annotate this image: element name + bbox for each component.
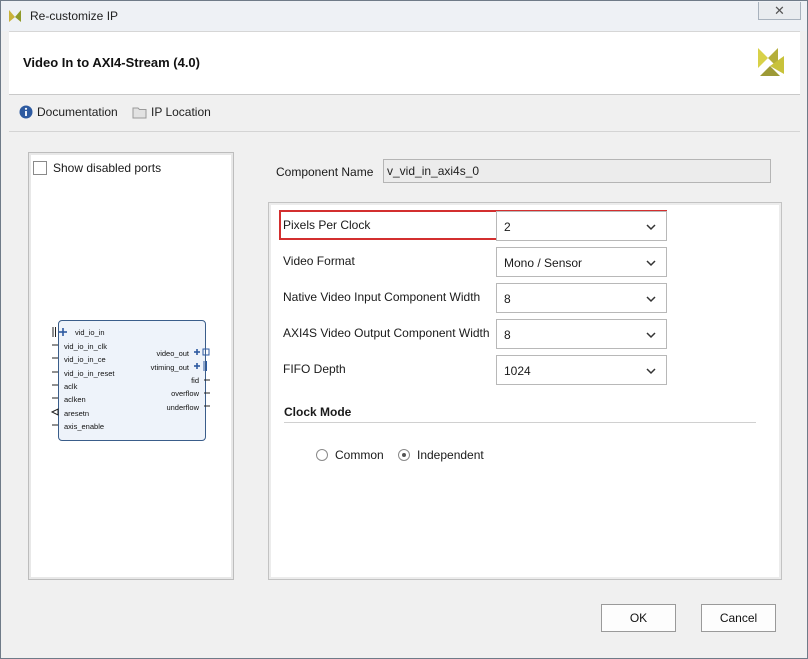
- documentation-menu[interactable]: Documentation: [19, 105, 118, 119]
- section-divider: [284, 422, 756, 423]
- toolbar: Documentation IP Location: [9, 95, 800, 132]
- video-format-select[interactable]: Mono / Sensor: [496, 247, 667, 277]
- param-label: FIFO Depth: [283, 362, 346, 376]
- window-close-button[interactable]: ✕: [758, 2, 801, 20]
- component-name-label: Component Name: [276, 165, 374, 179]
- info-icon: [19, 105, 33, 119]
- common-radio[interactable]: [316, 449, 328, 461]
- select-value: 8: [504, 328, 511, 342]
- clock-mode-title: Clock Mode: [284, 405, 352, 419]
- symbol-panel: Show disabled ports vid_io_in vid_io_in_…: [28, 152, 234, 580]
- window-title: Re-customize IP: [30, 9, 119, 23]
- folder-icon: [132, 107, 147, 118]
- select-value: 1024: [504, 364, 531, 378]
- param-label: Video Format: [283, 254, 355, 268]
- chevron-down-icon: [646, 296, 656, 303]
- select-value: 8: [504, 292, 511, 306]
- chevron-down-icon: [646, 224, 656, 231]
- radio-label: Common: [335, 448, 384, 462]
- xilinx-logo-icon: [758, 48, 784, 76]
- re-customize-ip-window: Re-customize IP ✕ Video In to AXI4-Strea…: [0, 0, 808, 659]
- chevron-down-icon: [646, 260, 656, 267]
- param-label: Pixels Per Clock: [283, 218, 371, 232]
- parameters-panel: Pixels Per Clock 2 Video Format Mono / S…: [268, 202, 782, 580]
- native-video-width-select[interactable]: 8: [496, 283, 667, 313]
- ip-location-button[interactable]: IP Location: [132, 105, 211, 119]
- show-disabled-ports-label: Show disabled ports: [53, 161, 162, 175]
- ok-button[interactable]: OK: [601, 604, 676, 632]
- documentation-label: Documentation: [37, 105, 118, 119]
- show-disabled-ports-checkbox[interactable]: [33, 161, 47, 175]
- clock-mode-independent-option[interactable]: Independent: [398, 448, 484, 462]
- pixels-per-clock-select[interactable]: 2: [496, 211, 667, 241]
- clock-mode-common-option[interactable]: Common: [316, 448, 384, 462]
- vivado-app-icon: [9, 10, 21, 22]
- select-value: 2: [504, 220, 511, 234]
- ip-title: Video In to AXI4-Stream (4.0): [23, 55, 200, 70]
- select-value: Mono / Sensor: [504, 256, 583, 270]
- fifo-depth-select[interactable]: 1024: [496, 355, 667, 385]
- cancel-button[interactable]: Cancel: [701, 604, 776, 632]
- axi4s-output-width-select[interactable]: 8: [496, 319, 667, 349]
- title-bar: Re-customize IP ✕: [1, 1, 807, 31]
- independent-radio[interactable]: [398, 449, 410, 461]
- chevron-down-icon: [646, 368, 656, 375]
- ip-location-label: IP Location: [151, 105, 211, 119]
- configuration-area: Component Name v_vid_in_axi4s_0 Pixels P…: [268, 151, 782, 580]
- component-name-input[interactable]: v_vid_in_axi4s_0: [383, 159, 771, 183]
- ip-pins: [50, 327, 210, 426]
- close-icon: ✕: [774, 3, 785, 18]
- chevron-down-icon: [646, 332, 656, 339]
- header-panel: Video In to AXI4-Stream (4.0): [9, 31, 800, 95]
- radio-label: Independent: [417, 448, 484, 462]
- param-label: Native Video Input Component Width: [283, 290, 481, 304]
- show-disabled-ports-row[interactable]: Show disabled ports: [33, 161, 161, 175]
- param-label: AXI4S Video Output Component Width: [283, 326, 490, 340]
